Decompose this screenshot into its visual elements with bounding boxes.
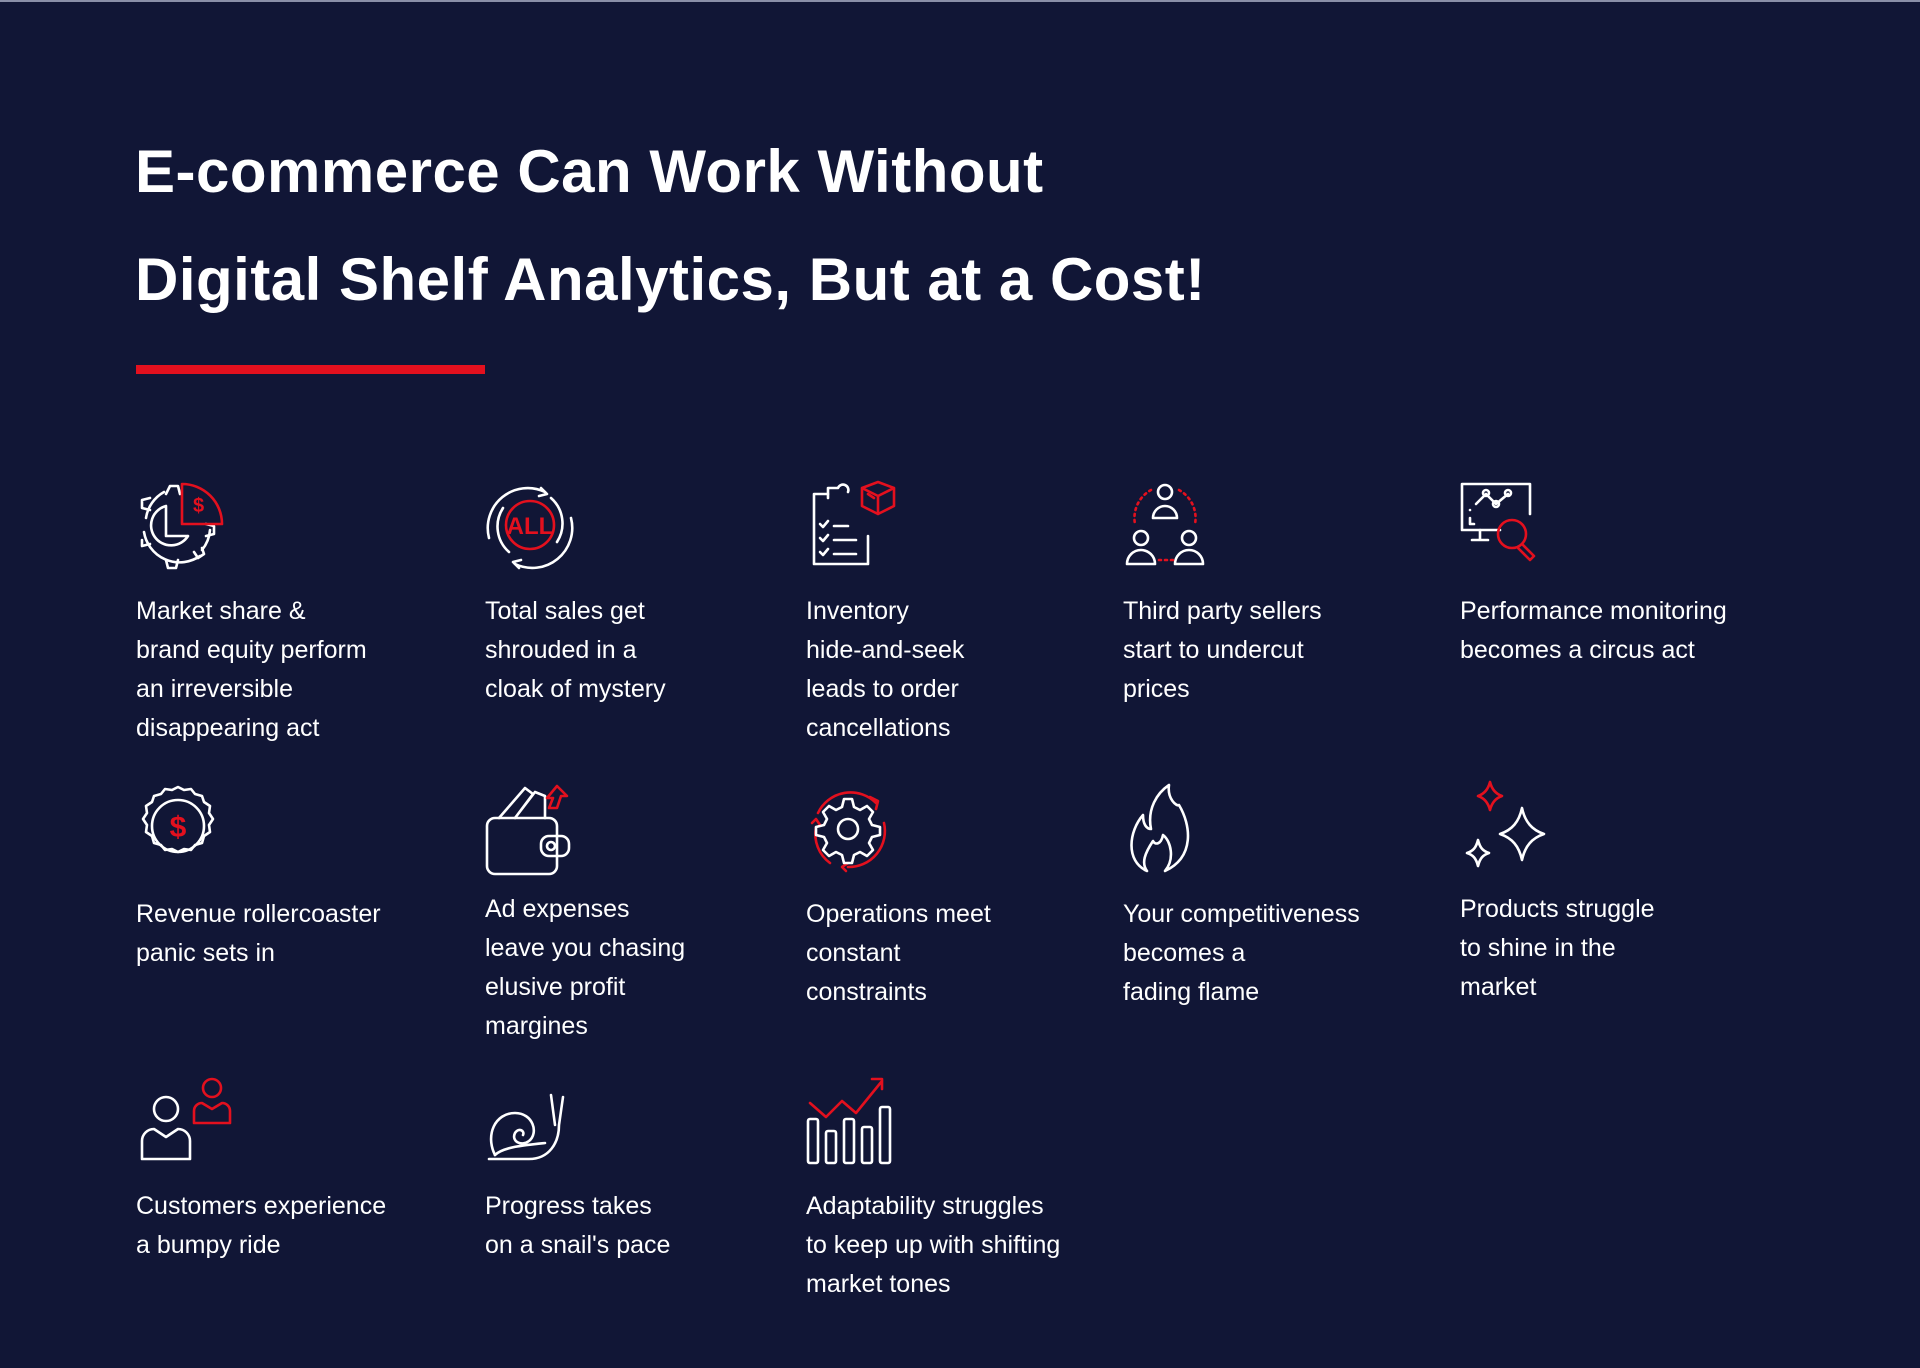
page-title-line-2: Digital Shelf Analytics, But at a Cost! [135, 246, 1206, 313]
title-underline-accent [136, 365, 485, 374]
item-operations: Operations meet constant constraints [806, 783, 1126, 1012]
item-revenue-rollercoaster: $ Revenue rollercoaster panic sets in [136, 783, 456, 973]
svg-text:ALL: ALL [507, 513, 554, 540]
item-description: Third party sellers start to undercut pr… [1123, 597, 1322, 703]
two-customers-icon [136, 1075, 232, 1165]
item-description: Operations meet constant constraints [806, 900, 991, 1006]
dollar-badge-icon: $ [136, 783, 226, 873]
item-description: Total sales get shrouded in a cloak of m… [485, 597, 666, 703]
item-description: Ad expenses leave you chasing elusive pr… [485, 895, 686, 1040]
item-inventory: Inventory hide-and-seek leads to order c… [806, 480, 1126, 748]
gear-pie-chart-dollar-icon: $ [136, 480, 226, 570]
page-title-line-1: E-commerce Can Work Without [135, 138, 1044, 205]
item-description: Progress takes on a snail's pace [485, 1192, 671, 1259]
item-performance-monitoring: Performance monitoring becomes a circus … [1460, 480, 1860, 670]
item-description: Revenue rollercoaster panic sets in [136, 900, 381, 967]
svg-text:$: $ [170, 811, 187, 844]
item-total-sales: ALL Total sales get shrouded in a cloak … [485, 480, 805, 709]
item-competitiveness: Your competitiveness becomes a fading fl… [1123, 783, 1443, 1012]
bar-chart-trend-up-icon [806, 1075, 896, 1165]
item-products-struggle: Products struggle to shine in the market [1460, 778, 1780, 1007]
item-ad-expenses: Ad expenses leave you chasing elusive pr… [485, 778, 805, 1046]
monitor-chart-magnifier-icon [1460, 480, 1550, 570]
item-adaptability: Adaptability struggles to keep up with s… [806, 1075, 1206, 1304]
item-description: Products struggle to shine in the market [1460, 895, 1655, 1001]
gear-cycle-arrows-icon [806, 783, 896, 873]
item-description: Performance monitoring becomes a circus … [1460, 597, 1727, 664]
item-description: Inventory hide-and-seek leads to order c… [806, 597, 965, 742]
item-description: Your competitiveness becomes a fading fl… [1123, 900, 1360, 1006]
snail-icon [485, 1075, 575, 1165]
page-title: E-commerce Can Work Without Digital Shel… [135, 118, 1206, 334]
clipboard-checklist-box-icon [806, 480, 896, 570]
top-border [0, 0, 1920, 2]
three-people-network-icon [1123, 480, 1213, 570]
all-circular-arrows-icon: ALL [485, 480, 575, 570]
flame-icon [1123, 783, 1213, 873]
item-progress: Progress takes on a snail's pace [485, 1075, 805, 1265]
item-customers: Customers experience a bumpy ride [136, 1075, 456, 1265]
sparkles-icon [1460, 778, 1550, 868]
item-market-share: $ Market share & brand equity perform an… [136, 480, 456, 748]
svg-text:$: $ [193, 495, 204, 517]
item-third-party-sellers: Third party sellers start to undercut pr… [1123, 480, 1443, 709]
item-description: Customers experience a bumpy ride [136, 1192, 387, 1259]
wallet-arrow-up-icon [485, 778, 575, 876]
item-description: Market share & brand equity perform an i… [136, 597, 367, 742]
item-description: Adaptability struggles to keep up with s… [806, 1192, 1061, 1298]
